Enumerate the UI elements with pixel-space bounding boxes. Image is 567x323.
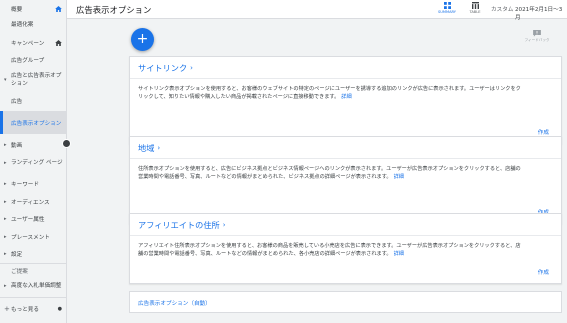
extension-card-location: 地域 › 住所表示オプションを使用すると、広告にビジネス拠点とビジネス情報ページ… — [129, 136, 562, 224]
plus-icon: + — [4, 305, 10, 313]
chevron-right-icon: › — [190, 64, 193, 72]
expand-arrow-icon: ▸ — [4, 199, 7, 205]
dot-indicator-icon: ● — [57, 306, 62, 312]
sidebar-item-label: 広告と広告表示オプション — [11, 73, 62, 87]
home-icon — [55, 5, 62, 12]
expand-arrow-icon: ▸ — [4, 160, 7, 166]
sidebar-item-ad-groups[interactable]: 広告グループ — [0, 54, 67, 66]
table-view-label: TABLE — [469, 10, 481, 14]
sidebar-item-demographics[interactable]: ▸ ユーザー属性 — [0, 213, 67, 225]
sidebar-item-show-more[interactable]: + もっと見る ● — [0, 303, 67, 315]
sidebar-item-advanced-bid-adjustments[interactable]: ▸ 高度な入札単価調整 — [0, 277, 67, 295]
page-title: 広告表示オプション — [76, 5, 152, 15]
sidebar-collapse-handle[interactable] — [62, 139, 71, 148]
sidebar-item-label: キーワード — [11, 182, 39, 188]
sidebar-item-campaigns[interactable]: キャンペーン — [0, 36, 67, 50]
feedback-icon — [533, 30, 541, 37]
card-description-line: アフィリエイト住所表示オプションを使用すると、お客様の商品を販売している小売店を… — [138, 243, 521, 249]
card-description: 住所表示オプションを使用すると、広告にビジネス拠点とビジネス情報ページへのリンク… — [130, 159, 561, 181]
sidebar-item-landing-pages[interactable]: ▸ ランディング ページ — [0, 154, 67, 172]
table-view-button[interactable]: TABLE — [461, 2, 489, 14]
details-link[interactable]: 詳細 — [341, 94, 351, 100]
card-title[interactable]: アフィリエイトの住所 › — [130, 214, 561, 236]
sidebar-item-label: 広告表示オプション — [11, 120, 62, 127]
summary-icon — [443, 2, 451, 9]
sidebar-section-label: ご提案 — [11, 268, 28, 275]
expand-arrow-icon: ▸ — [4, 283, 7, 289]
expand-arrow-icon: ▾ — [4, 77, 7, 83]
sidebar-item-ad-extensions[interactable]: 広告表示オプション — [0, 111, 67, 134]
home-icon — [55, 40, 62, 46]
expand-arrow-icon: ▸ — [4, 216, 7, 222]
sidebar-item-label: ランディング ページ — [11, 160, 63, 166]
expand-arrow-icon: ▸ — [4, 234, 7, 240]
sidebar-item-label: ユーザー属性 — [11, 217, 45, 223]
card-title-text: 地域 — [138, 143, 155, 153]
extension-card-sitelink: サイトリンク › サイトリンク表示オプションを使用すると、お客様のウェブサイトの… — [129, 56, 562, 144]
card-description-line: サイトリンク表示オプションを使用すると、お客様のウェブサイトの特定のページにユー… — [138, 86, 521, 92]
sidebar-item-label: 広告グループ — [11, 58, 45, 64]
table-icon — [471, 2, 479, 9]
chevron-right-icon: › — [222, 221, 226, 229]
expand-arrow-icon: ▸ — [4, 251, 7, 257]
summary-view-button[interactable]: SUMMARY — [433, 2, 461, 14]
sidebar: 概要 最適化案 キャンペーン 広告グループ ▾ 広告と広告表示オプション 広告 … — [0, 0, 67, 323]
sidebar-item-keywords[interactable]: ▸ キーワード — [0, 178, 67, 190]
sidebar-item-overview[interactable]: 概要 — [0, 3, 67, 14]
add-extension-button[interactable]: + — [131, 28, 154, 51]
sidebar-item-ads[interactable]: 広告 — [0, 95, 67, 107]
create-button[interactable]: 作成 — [538, 128, 549, 136]
sidebar-item-label: 動画 — [11, 143, 23, 149]
sidebar-item-audiences[interactable]: ▸ オーディエンス — [0, 196, 67, 208]
sidebar-divider — [0, 263, 67, 264]
sidebar-item-label: プレースメント — [11, 235, 50, 241]
sidebar-item-label: 設定 — [11, 252, 23, 258]
sidebar-item-placements[interactable]: ▸ プレースメント — [0, 231, 67, 243]
feedback-label: フィードバック — [524, 38, 550, 42]
card-description-line: 住所表示オプションを使用すると、広告にビジネス拠点とビジネス情報ページへのリンク… — [138, 166, 521, 172]
card-description: サイトリンク表示オプションを使用すると、お客様のウェブサイトの特定のページにユー… — [130, 79, 561, 101]
card-title-text: アフィリエイトの住所 — [138, 220, 220, 230]
sidebar-item-label: 概要 — [11, 6, 23, 13]
sidebar-section-suggestions: ご提案 — [0, 265, 67, 276]
main-content: + フィードバック サイトリンク › サイトリンク表示オプションを使用すると、お… — [67, 19, 567, 323]
extension-card-affiliate-location: アフィリエイトの住所 › アフィリエイト住所表示オプションを使用すると、お客様の… — [129, 213, 562, 284]
sidebar-item-label: 最適化案 — [11, 22, 34, 28]
sidebar-item-label: もっと見る — [11, 307, 39, 313]
card-description-line: リックして、知りたい情報や購入したい商品が掲載されたページに直接移動できます。 — [138, 94, 340, 101]
sidebar-divider — [0, 297, 67, 298]
expand-arrow-icon: ▸ — [4, 142, 7, 148]
sidebar-item-settings[interactable]: ▸ 設定 — [0, 248, 67, 260]
sidebar-item-label: キャンペーン — [11, 41, 45, 47]
sidebar-item-videos[interactable]: ▸ 動画 — [0, 139, 67, 151]
card-title[interactable]: サイトリンク › — [130, 57, 561, 79]
card-description-line: 舗の営業時間や電話番号、写真、ルートなどの情報がまとめられた、各小売店の詳細ペー… — [138, 251, 392, 258]
sidebar-item-label: 広告 — [11, 99, 23, 105]
summary-view-label: SUMMARY — [437, 10, 457, 14]
card-description: アフィリエイト住所表示オプションを使用すると、お客様の商品を販売している小売店を… — [130, 236, 561, 258]
chevron-right-icon: › — [157, 144, 161, 152]
card-title-text: サイトリンク — [138, 63, 188, 73]
header-bar: 広告表示オプション SUMMARY TABLE カスタム 2021年2月1日〜3… — [67, 0, 567, 21]
card-title[interactable]: 地域 › — [130, 137, 561, 159]
automated-extensions-link[interactable]: 広告表示オプション（自動） — [129, 291, 562, 313]
sidebar-item-label: オーディエンス — [11, 200, 50, 206]
expand-arrow-icon: ▸ — [4, 181, 7, 187]
create-button[interactable]: 作成 — [538, 268, 549, 276]
feedback-button[interactable]: フィードバック — [515, 30, 559, 43]
date-range-type: カスタム — [491, 7, 514, 13]
card-description-line: 営業時間や電話番号、写真、ルートなどの情報がまとめられた、ビジネス拠点の詳細ペー… — [138, 174, 392, 181]
sidebar-item-ads-extensions[interactable]: ▾ 広告と広告表示オプション — [0, 70, 67, 90]
sidebar-item-recommendations[interactable]: 最適化案 — [0, 18, 67, 30]
details-link[interactable]: 詳細 — [394, 174, 404, 180]
sidebar-item-label: 高度な入札単価調整 — [11, 283, 62, 289]
details-link[interactable]: 詳細 — [394, 251, 404, 257]
